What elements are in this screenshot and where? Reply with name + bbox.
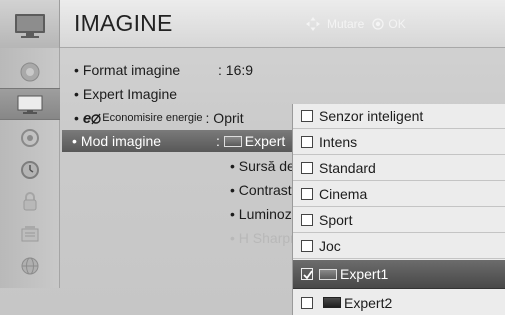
bullet: • [72,133,77,149]
network-icon[interactable] [4,250,56,282]
expert1-mode-icon [319,268,337,280]
setting-expert-imagine[interactable]: • Expert Imagine [74,84,177,104]
option-sport[interactable]: Sport [293,208,505,233]
setting-value: : 16:9 [218,62,254,78]
check-icon [303,270,313,280]
navigation-hint: Mutare OK [305,16,406,32]
ok-button-icon [372,18,385,30]
option-joc[interactable]: Joc [293,234,505,259]
option-label: Expert2 [344,294,393,311]
expert-mode-icon [223,135,242,147]
timer-icon[interactable] [4,154,56,186]
checkbox [301,240,313,252]
option-label: Joc [319,238,341,254]
checkbox [301,162,313,174]
checkbox [301,136,313,148]
option-label: Sport [319,212,353,228]
option-expert1[interactable]: Expert1 [293,260,505,289]
bullet: • [74,86,79,102]
category-sidebar [0,48,60,288]
hint-move-label: Mutare [327,17,365,31]
sub-setting-contrast[interactable]: • Contrast [230,180,292,200]
option-label: Standard [319,160,376,176]
bullet: • [74,62,79,78]
picture-menu-osd: IMAGINE Mutare OK • Format imagine: 16:… [0,0,505,315]
bullet: • [74,110,79,126]
value-colon: : [216,133,224,149]
setting-mod-imagine[interactable]: • Mod imagine : Expert [62,130,294,152]
setting-format-imagine[interactable]: • Format imagine : 16:9 [74,60,253,80]
setting-economisire-energie[interactable]: • e Economisire energie : Oprit [74,108,244,128]
option-label: Expert1 [340,266,389,282]
sub-setting-luminozitate[interactable]: • Luminozit [230,204,299,224]
checkbox [301,214,313,226]
setting-label: Format imagine [82,62,181,78]
tv-icon [0,0,60,48]
option-standard[interactable]: Standard [293,156,505,181]
sub-setting-label: • Luminozit [230,206,299,222]
picture-mode-dropdown: Senzor inteligent Intens Standard Cinema… [292,104,505,315]
option-icon[interactable] [4,218,56,250]
setting-value: : Oprit [205,110,244,126]
setting-label: Expert Imagine [82,86,178,102]
checkbox-checked [301,268,313,280]
setting-label: Economisire energie [102,112,203,124]
menu-header: IMAGINE Mutare OK [0,0,505,48]
sub-setting-label: • H Sharpn [230,230,298,246]
page-title: IMAGINE [74,10,173,36]
option-label: Cinema [319,186,368,202]
checkbox [301,296,313,309]
dpad-icon [306,17,320,31]
energy-saving-slash-icon [91,112,101,125]
checkbox [301,188,313,200]
option-intens[interactable]: Intens [293,130,505,155]
setting-value: Expert [244,133,286,149]
checkbox [301,110,313,122]
sub-setting-label: • Contrast [230,182,292,198]
option-label: Intens [319,134,358,150]
energy-saving-logo: e [82,109,92,127]
expert2-mode-icon [323,297,341,308]
tv-screen-icon[interactable] [0,88,60,120]
sub-setting-h-sharpness[interactable]: • H Sharpn [230,228,298,248]
speaker-icon[interactable] [4,122,56,154]
lock-icon[interactable] [4,186,56,218]
option-label: Senzor inteligent [319,108,424,124]
setting-label: Mod imagine [80,133,162,149]
option-expert2[interactable]: Expert2 [293,290,505,315]
option-cinema[interactable]: Cinema [293,182,505,207]
option-senzor-inteligent[interactable]: Senzor inteligent [293,104,505,129]
clock-icon[interactable] [4,56,56,88]
hint-ok-label: OK [388,17,406,31]
setting-value-group: : Expert [216,133,285,149]
